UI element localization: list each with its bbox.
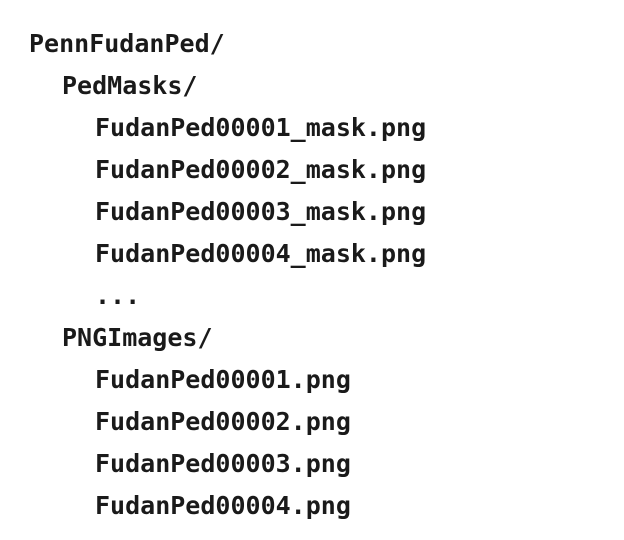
ellipsis: ... xyxy=(95,281,141,310)
mask-file: FudanPed00002_mask.png xyxy=(95,155,427,184)
images-folder: PNGImages/ xyxy=(62,323,213,352)
image-file: FudanPed00001.png xyxy=(95,365,351,394)
mask-file: FudanPed00001_mask.png xyxy=(95,113,427,142)
directory-tree-code-block: PennFudanPed/ PedMasks/ FudanPed00001_ma… xyxy=(0,0,624,540)
image-file: FudanPed00004.png xyxy=(95,491,351,520)
masks-folder: PedMasks/ xyxy=(62,71,198,100)
mask-file: FudanPed00003_mask.png xyxy=(95,197,427,226)
root-folder: PennFudanPed/ xyxy=(29,29,225,58)
mask-file: FudanPed00004_mask.png xyxy=(95,239,427,268)
image-file: FudanPed00002.png xyxy=(95,407,351,436)
image-file: FudanPed00003.png xyxy=(95,449,351,478)
